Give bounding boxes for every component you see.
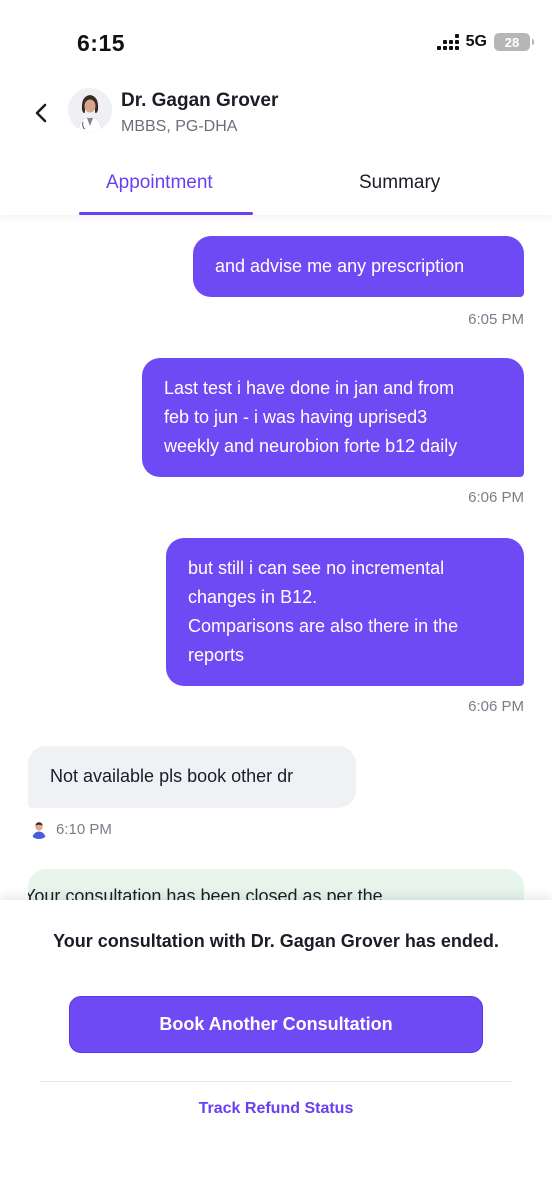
message-time: 6:10 PM [56,820,112,838]
chevron-left-icon [35,103,47,123]
divider [40,1081,512,1082]
message-line: Last test i have done in jan and from [164,378,455,398]
message-bubble-outgoing: and advise me any prescription [193,236,524,297]
consultation-ended-message: Your consultation with Dr. Gagan Grover … [53,931,499,951]
active-tab-indicator [79,212,253,215]
status-bar: 6:15 5G 28 [0,0,552,80]
consultation-closed-card: Your consultation has been closed as per… [28,869,524,900]
message-line: feb to jun - i was having uprised3 [164,407,428,427]
message-bubble-outgoing: Last test i have done in jan and from fe… [142,358,524,477]
doctor-avatar [68,88,112,132]
chat-header: Dr. Gagan Grover MBBS, PG-DHA Appointmen… [0,80,552,215]
book-another-consultation-button[interactable]: Book Another Consultation [69,996,483,1053]
track-refund-status-link[interactable]: Track Refund Status [0,1100,552,1118]
doctor-degree: MBBS, PG-DHA [121,118,238,135]
sender-avatar [29,819,49,839]
chat-thread[interactable]: and advise me any prescription 6:05 PM L… [0,215,552,900]
message-time: 6:06 PM [468,698,524,715]
status-time: 6:15 [77,30,126,56]
system-message: Your consultation has been closed as per… [28,886,383,900]
doctor-name: Dr. Gagan Grover [121,90,279,111]
network-type: 5G [465,33,487,50]
message-bubble-outgoing: but still i can see no incremental chang… [166,538,524,686]
signal-icon [436,34,459,50]
status-indicators: 5G 28 [436,33,534,51]
consultation-ended-sheet: Your consultation with Dr. Gagan Grover … [0,900,552,1200]
user-avatar-icon [29,819,49,839]
tab-summary[interactable]: Summary [359,172,440,194]
incoming-message-meta: 6:10 PM [29,819,112,839]
message-bubble-incoming: Not available pls book other dr [28,746,356,808]
battery-level: 28 [504,34,520,50]
message-line: weekly and neurobion forte b12 daily [164,436,458,456]
message-line: changes in B12. [188,587,318,607]
message-line: Not available pls book other dr [50,766,294,786]
tab-appointment[interactable]: Appointment [106,172,213,194]
message-line: Comparisons are also there in the [188,616,459,636]
message-line: and advise me any prescription [215,256,465,276]
doctor-avatar-image [68,88,112,132]
message-time: 6:05 PM [468,311,524,328]
tab-bar: Appointment Summary [0,160,552,215]
message-line: but still i can see no incremental [188,558,445,578]
battery-icon: 28 [494,33,534,51]
back-button[interactable] [28,100,54,126]
message-line: reports [188,645,245,665]
message-time: 6:06 PM [468,489,524,506]
